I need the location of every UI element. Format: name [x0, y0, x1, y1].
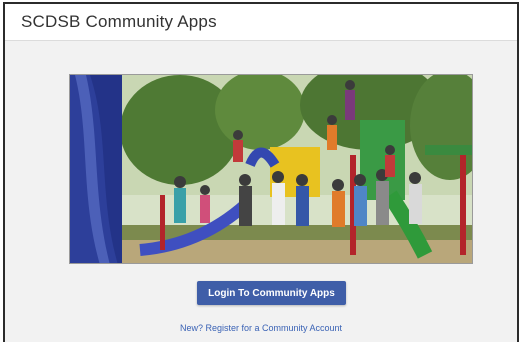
login-button[interactable]: Login To Community Apps [197, 281, 346, 305]
app-header: SCDSB Community Apps [5, 4, 517, 41]
hero-image [69, 74, 473, 264]
main-content: Login To Community Apps New? Register fo… [5, 41, 517, 342]
app-title: SCDSB Community Apps [21, 12, 217, 31]
hero-photo-graphic [70, 75, 472, 263]
register-link[interactable]: New? Register for a Community Account [5, 323, 517, 333]
app-window: SCDSB Community Apps Login To Community … [3, 2, 519, 342]
